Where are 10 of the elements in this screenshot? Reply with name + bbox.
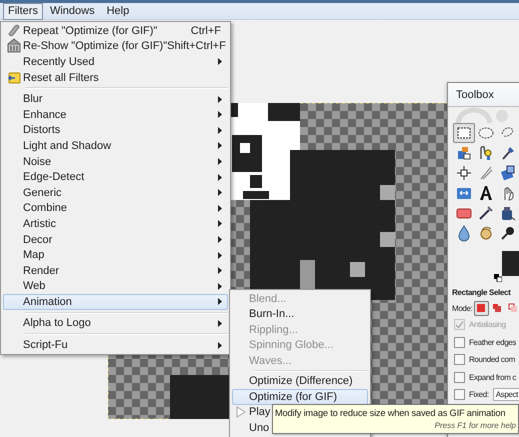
tool-options-title: Rectangle Select <box>452 287 512 298</box>
mode-label: Mode: <box>452 304 472 312</box>
tooltip-hint: Press F1 for more help <box>434 420 516 431</box>
option-label: Expand from c <box>469 372 516 382</box>
option-label: Antialiasing <box>469 320 506 330</box>
option-label: Feather edges <box>469 338 516 347</box>
panel-title: Toolbox <box>448 83 519 107</box>
option-label: Rounded com <box>469 355 515 364</box>
option-label: Fixed: <box>469 390 489 400</box>
tooltip-text: Modify image to reduce size when saved as GIF animation <box>275 407 506 420</box>
